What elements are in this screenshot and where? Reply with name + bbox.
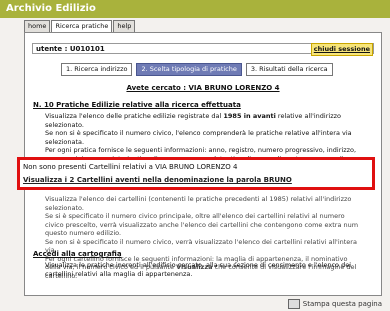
highlight-box: Non sono presenti Cartellini relativi a … <box>17 157 375 190</box>
search-summary: Avete cercato : VIA BRUNO LORENZO 4 <box>126 84 280 92</box>
view-cartellini-link[interactable]: Visualizza i 2 Cartellini aventi nella d… <box>23 176 292 184</box>
print-label: Stampa questa pagina <box>302 300 382 308</box>
bottom-bar: Stampa questa pagina <box>0 297 390 311</box>
step-tabs: 1. Ricerca indirizzo 2. Scelta tipologia… <box>61 63 337 76</box>
tab-help[interactable]: help <box>113 20 136 32</box>
printer-icon <box>287 299 300 309</box>
user-bar: utente : U010101 chiudi sessione <box>32 43 374 56</box>
tab-bar: home Ricerca pratiche help <box>24 20 136 32</box>
tab-home[interactable]: home <box>24 20 51 32</box>
step-scelta-tipologia[interactable]: 2. Scelta tipologia di pratiche <box>136 63 242 76</box>
pratiche-link[interactable]: N. 10 Pratiche Edilizie relative alla ri… <box>33 101 241 109</box>
user-label: utente : U010101 <box>36 45 105 53</box>
logout-button[interactable]: chiudi sessione <box>310 43 373 56</box>
print-button[interactable]: Stampa questa pagina <box>287 299 382 309</box>
step-ricerca-indirizzo[interactable]: 1. Ricerca indirizzo <box>61 63 133 76</box>
no-cartellini-message: Non sono presenti Cartellini relativi a … <box>23 163 238 171</box>
tab-ricerca-pratiche[interactable]: Ricerca pratiche <box>51 20 113 32</box>
cartografia-link[interactable]: Accedi alla cartografia <box>33 250 122 258</box>
window-title: Archivio Edilizio <box>0 0 390 18</box>
cartografia-description: Visualizza le pratiche inerenti all'edif… <box>45 261 352 278</box>
step-risultati[interactable]: 3. Risultati della ricerca <box>245 63 333 76</box>
